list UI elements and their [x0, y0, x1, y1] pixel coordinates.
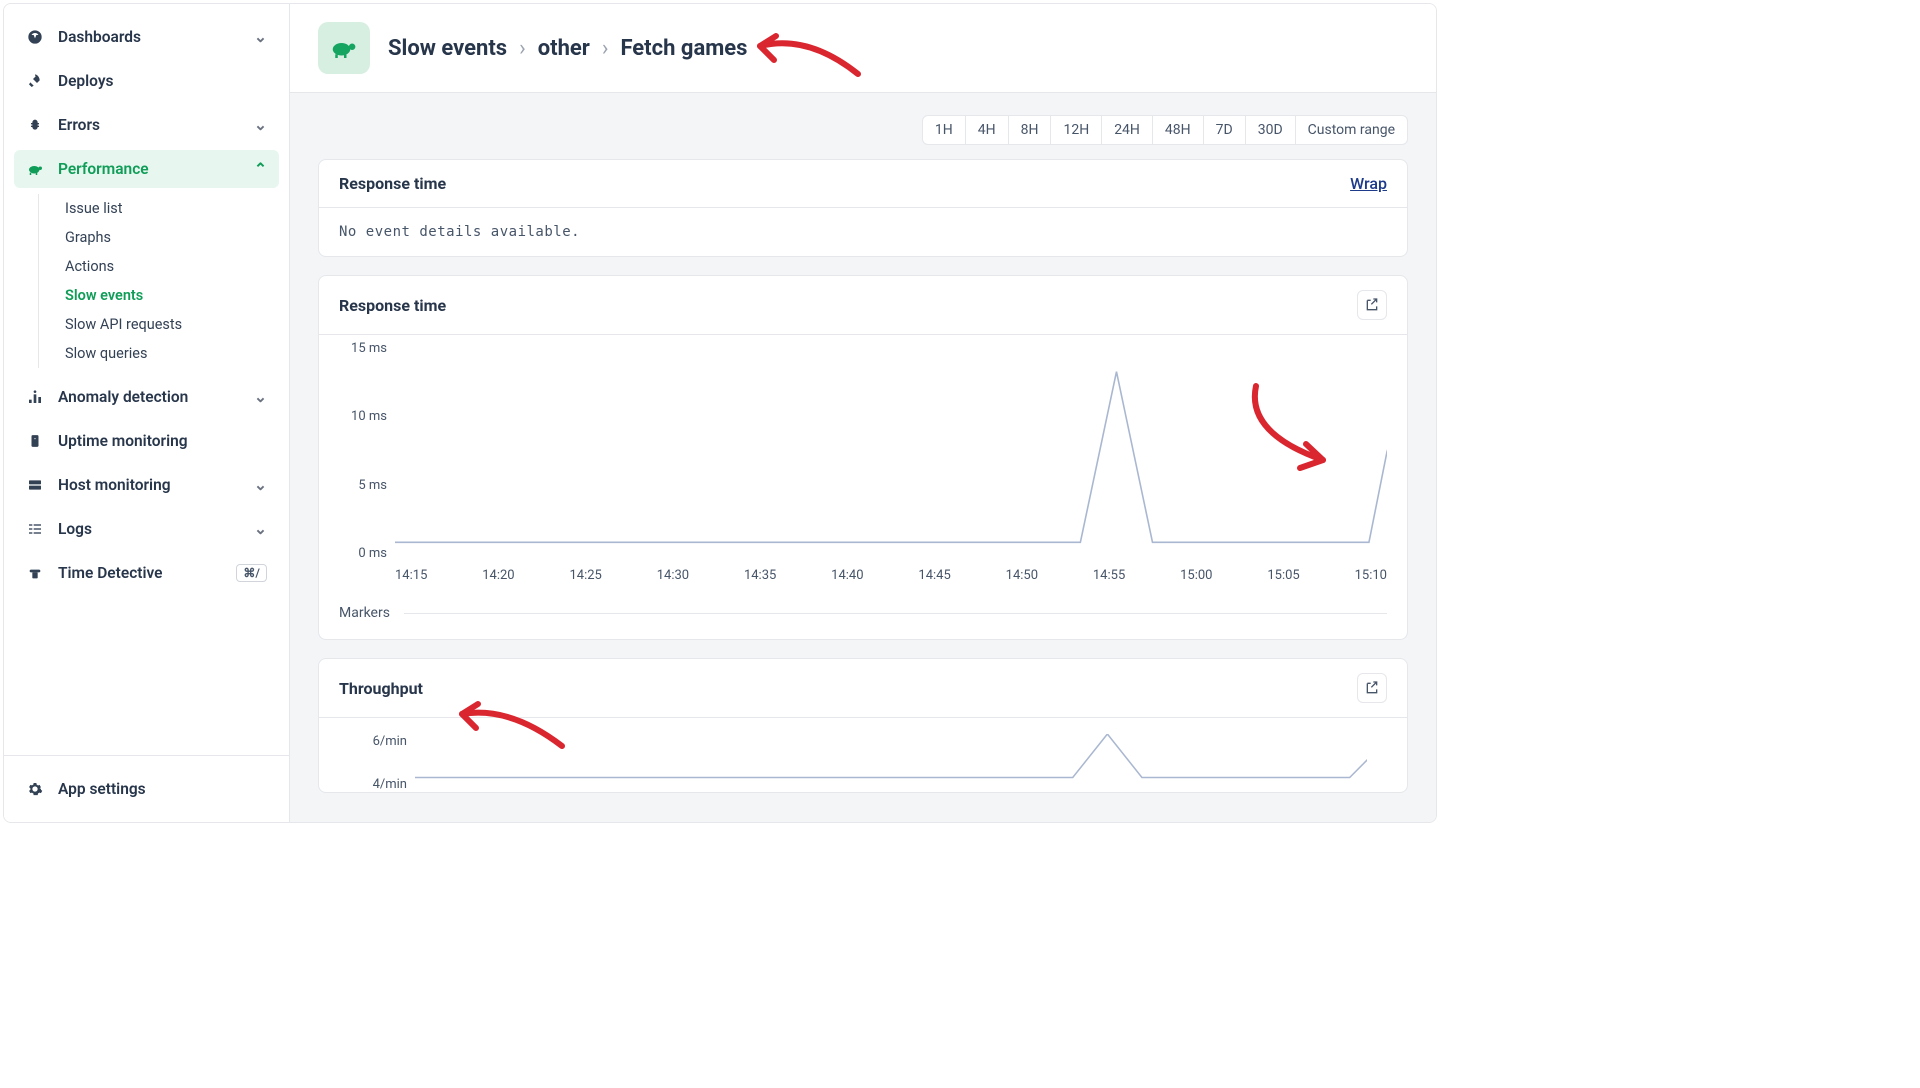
sidebar-subitem-graphs[interactable]: Graphs — [57, 223, 279, 252]
breadcrumb-item[interactable]: other — [538, 36, 590, 61]
sidebar-item-label: Anomaly detection — [58, 388, 188, 406]
host-icon — [26, 477, 44, 493]
sidebar-subitem-actions[interactable]: Actions — [57, 252, 279, 281]
sidebar: Dashboards ⌄ Deploys Errors ⌄ P — [4, 4, 290, 822]
throughput-chart[interactable]: 6/min 4/min — [339, 734, 1387, 792]
range-7d[interactable]: 7D — [1204, 116, 1246, 144]
sidebar-item-logs[interactable]: Logs ⌄ — [14, 510, 279, 548]
chevron-right-icon: › — [602, 36, 609, 61]
sidebar-item-label: Logs — [58, 520, 92, 538]
sidebar-item-label: App settings — [58, 780, 146, 798]
response-time-chart[interactable]: 15 ms 10 ms 5 ms 0 ms 14:15 14:20 14:25 — [319, 335, 1407, 595]
x-axis-labels: 14:15 14:20 14:25 14:30 14:35 14:40 14:4… — [395, 568, 1387, 583]
panel-title: Response time — [339, 174, 446, 193]
sidebar-subitem-slow-api-requests[interactable]: Slow API requests — [57, 310, 279, 339]
panel-throughput: Throughput 6/min 4/min — [318, 658, 1408, 793]
detective-icon — [26, 565, 44, 581]
sidebar-item-app-settings[interactable]: App settings — [14, 770, 279, 808]
sidebar-item-deploys[interactable]: Deploys — [14, 62, 279, 100]
breadcrumb-item[interactable]: Slow events — [388, 36, 507, 61]
chevron-up-icon: ⌃ — [254, 160, 267, 178]
export-button[interactable] — [1357, 290, 1387, 320]
range-1h[interactable]: 1H — [923, 116, 966, 144]
range-30d[interactable]: 30D — [1246, 116, 1296, 144]
sidebar-item-dashboards[interactable]: Dashboards ⌄ — [14, 18, 279, 56]
sidebar-item-label: Uptime monitoring — [58, 432, 188, 450]
logs-icon — [26, 521, 44, 537]
keyboard-shortcut: ⌘/ — [236, 564, 267, 582]
chevron-down-icon: ⌄ — [254, 28, 267, 46]
y-axis-labels: 6/min 4/min — [359, 734, 407, 792]
page-header: Slow events › other › Fetch games — [290, 4, 1436, 93]
sidebar-item-label: Performance — [58, 160, 149, 178]
rocket-icon — [26, 73, 44, 89]
wrap-toggle[interactable]: Wrap — [1350, 174, 1387, 193]
panel-response-details: Response time Wrap No event details avai… — [318, 159, 1408, 257]
empty-message: No event details available. — [319, 208, 1407, 256]
sidebar-item-label: Time Detective — [58, 564, 163, 582]
sidebar-item-label: Errors — [58, 116, 100, 134]
chevron-down-icon: ⌄ — [254, 116, 267, 134]
export-button[interactable] — [1357, 673, 1387, 703]
sidebar-subitem-issue-list[interactable]: Issue list — [57, 194, 279, 223]
sidebar-item-anomaly-detection[interactable]: Anomaly detection ⌄ — [14, 378, 279, 416]
sidebar-item-errors[interactable]: Errors ⌄ — [14, 106, 279, 144]
sidebar-item-label: Dashboards — [58, 28, 141, 46]
sidebar-item-uptime-monitoring[interactable]: Uptime monitoring — [14, 422, 279, 460]
sidebar-item-host-monitoring[interactable]: Host monitoring ⌄ — [14, 466, 279, 504]
range-custom[interactable]: Custom range — [1296, 116, 1407, 144]
range-48h[interactable]: 48H — [1153, 116, 1204, 144]
gear-icon — [26, 781, 44, 797]
range-12h[interactable]: 12H — [1051, 116, 1102, 144]
panel-response-chart: Response time 15 ms 10 ms 5 ms 0 ms — [318, 275, 1408, 640]
breadcrumb: Slow events › other › Fetch games — [388, 36, 747, 61]
chevron-down-icon: ⌄ — [254, 388, 267, 406]
chevron-down-icon: ⌄ — [254, 476, 267, 494]
gauge-icon — [26, 29, 44, 45]
turtle-icon — [26, 160, 44, 178]
markers-label: Markers — [339, 605, 390, 621]
sidebar-subitems-performance: Issue list Graphs Actions Slow events Sl… — [38, 194, 279, 368]
range-8h[interactable]: 8H — [1009, 116, 1052, 144]
sidebar-subitem-slow-queries[interactable]: Slow queries — [57, 339, 279, 368]
panel-title: Throughput — [339, 679, 423, 698]
sidebar-item-label: Host monitoring — [58, 476, 171, 494]
bug-icon — [26, 117, 44, 133]
range-24h[interactable]: 24H — [1102, 116, 1153, 144]
chevron-down-icon: ⌄ — [254, 520, 267, 538]
anomaly-icon — [26, 389, 44, 405]
turtle-icon — [318, 22, 370, 74]
time-range-selector: 1H 4H 8H 12H 24H 48H 7D 30D Custom range — [318, 115, 1408, 145]
sidebar-item-time-detective[interactable]: Time Detective ⌘/ — [14, 554, 279, 592]
uptime-icon — [26, 433, 44, 449]
range-4h[interactable]: 4H — [966, 116, 1009, 144]
main-content: Slow events › other › Fetch games 1H 4H … — [290, 4, 1436, 822]
breadcrumb-item: Fetch games — [620, 36, 747, 61]
chevron-right-icon: › — [519, 36, 526, 61]
panel-title: Response time — [339, 296, 446, 315]
y-axis-labels: 15 ms 10 ms 5 ms 0 ms — [339, 335, 387, 555]
sidebar-subitem-slow-events[interactable]: Slow events — [57, 281, 279, 310]
sidebar-item-performance[interactable]: Performance ⌃ — [14, 150, 279, 188]
markers-row: Markers — [319, 595, 1407, 639]
sidebar-item-label: Deploys — [58, 72, 114, 90]
